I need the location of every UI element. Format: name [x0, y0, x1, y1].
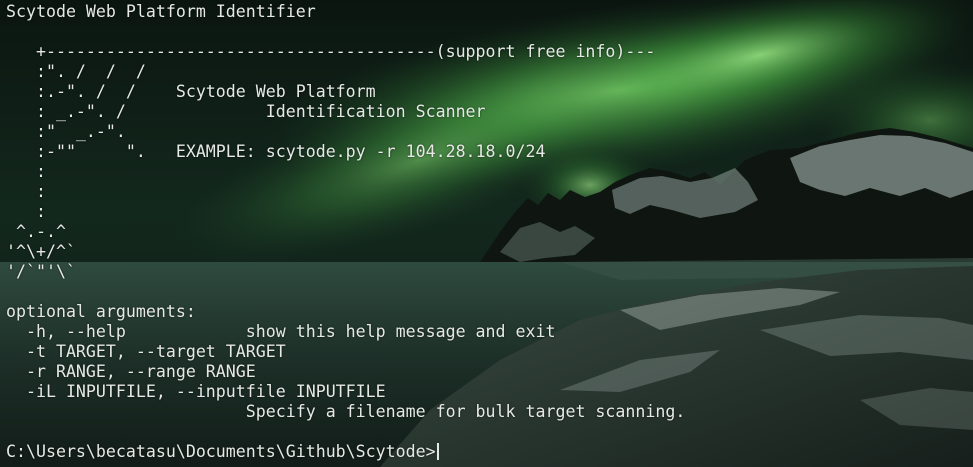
help-option-line: -iL INPUTFILE, --inputfile INPUTFILE [6, 382, 386, 401]
ascii-art-line: : [6, 182, 46, 201]
prompt-path: C:\Users\becatasu\Documents\Github\Scyto… [6, 442, 436, 461]
banner-title-line: :.-". / / Scytode Web Platform [6, 82, 376, 101]
ascii-art-line: : [6, 202, 46, 221]
ascii-art-line: '^\+/^` [6, 242, 76, 261]
terminal-output[interactable]: Scytode Web Platform Identifier +-------… [6, 2, 685, 462]
ascii-art-line: :". / / / [6, 62, 146, 81]
help-option-line: -h, --help show this help message and ex… [6, 322, 556, 341]
ascii-art-line: :" _.-". [6, 122, 126, 141]
help-section-heading: optional arguments: [6, 302, 196, 321]
help-option-description: Specify a filename for bulk target scann… [6, 402, 686, 421]
terminal-window[interactable]: Scytode Web Platform Identifier +-------… [0, 0, 973, 467]
banner-example-line: :-"" ". EXAMPLE: scytode.py -r 104.28.18… [6, 142, 546, 161]
window-title-line: Scytode Web Platform Identifier [6, 2, 316, 21]
ascii-art-line: '/`"'\` [6, 262, 76, 281]
ascii-art-line: : [6, 162, 46, 181]
command-prompt-line[interactable]: C:\Users\becatasu\Documents\Github\Scyto… [6, 442, 685, 462]
banner-border-line: +---------------------------------------… [6, 42, 656, 61]
help-option-line: -t TARGET, --target TARGET [6, 342, 286, 361]
banner-subtitle-line: : _.-". / Identification Scanner [6, 102, 486, 121]
help-option-line: -r RANGE, --range RANGE [6, 362, 256, 381]
ascii-art-line: ^.-.^ [6, 222, 66, 241]
text-cursor [436, 443, 439, 460]
